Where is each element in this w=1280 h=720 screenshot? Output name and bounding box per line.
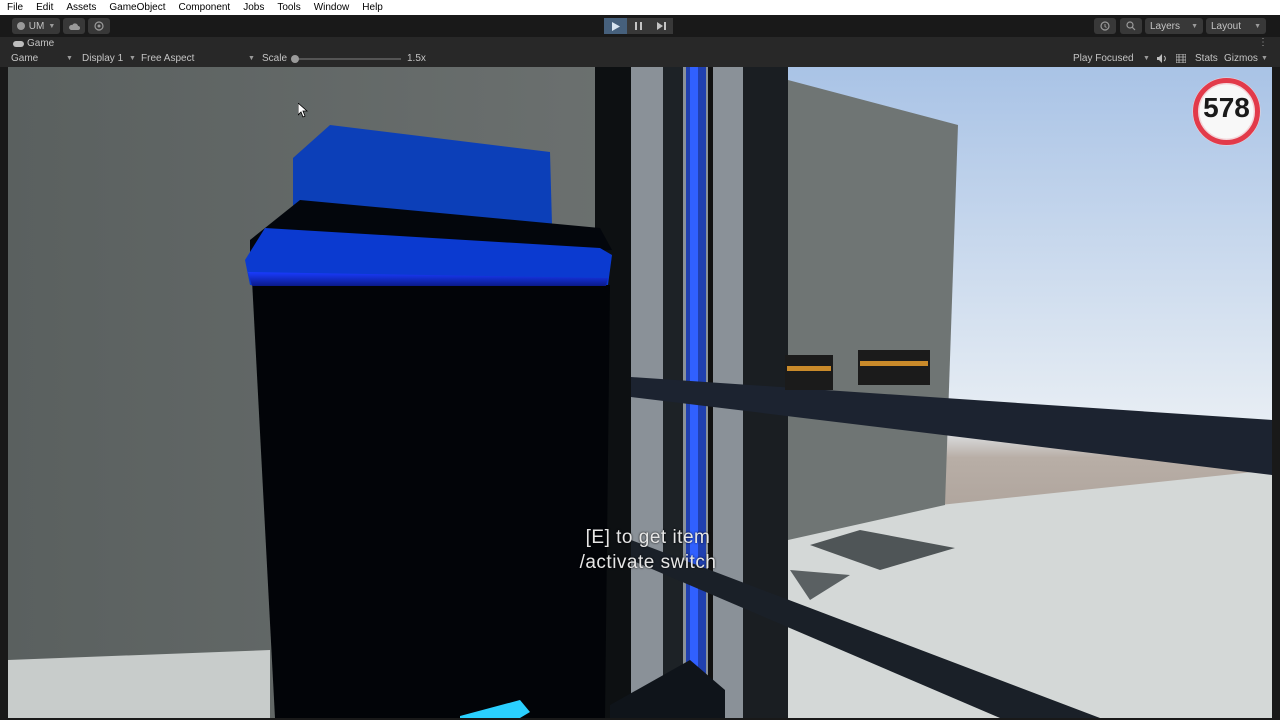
- layout-dropdown[interactable]: Layout ▼: [1206, 18, 1266, 34]
- more-options-icon[interactable]: ⋮: [1258, 37, 1268, 48]
- stats-button[interactable]: Stats: [1195, 53, 1218, 64]
- menu-window[interactable]: Window: [307, 0, 356, 15]
- tab-game-label: Game: [27, 38, 55, 49]
- pause-button[interactable]: [627, 18, 650, 34]
- game-scene: [8, 67, 1272, 718]
- hint-line-2: /activate switch: [579, 552, 717, 573]
- undo-history-button[interactable]: [1094, 18, 1116, 34]
- menu-file[interactable]: File: [0, 0, 29, 15]
- chevron-down-icon: ▼: [48, 22, 56, 30]
- history-icon: [1100, 21, 1110, 31]
- interaction-hint: [E] to get item /activate switch: [528, 525, 768, 575]
- scale-slider-handle[interactable]: [291, 55, 299, 63]
- hint-line-1: [E] to get item: [585, 527, 711, 548]
- aspect-label: Free Aspect: [141, 53, 195, 64]
- gizmos-label: Gizmos: [1224, 53, 1258, 64]
- scale-slider[interactable]: [291, 55, 401, 63]
- collab-button[interactable]: [88, 18, 110, 34]
- cloud-icon: [69, 23, 80, 30]
- game-view-control-bar: Game ▼ Display 1 ▼ Free Aspect ▼ Scale 1…: [0, 51, 1280, 67]
- chevron-down-icon: ▼: [66, 55, 73, 62]
- account-dropdown[interactable]: UM ▼: [12, 18, 60, 34]
- scale-label: Scale: [262, 53, 288, 64]
- play-focused-dropdown[interactable]: Play Focused ▼: [1073, 53, 1153, 64]
- game-view-tab-bar: Game ⋮: [0, 37, 1280, 51]
- chevron-down-icon: ▼: [1143, 55, 1150, 62]
- chevron-down-icon: ▼: [1254, 22, 1261, 30]
- menu-component[interactable]: Component: [172, 0, 237, 15]
- search-button[interactable]: [1120, 18, 1142, 34]
- chevron-down-icon: ▼: [248, 55, 255, 62]
- collab-icon: [94, 21, 104, 31]
- step-button[interactable]: [650, 18, 673, 34]
- scale-value: 1.5x: [407, 53, 426, 64]
- menu-jobs[interactable]: Jobs: [236, 0, 270, 15]
- layout-label: Layout: [1211, 20, 1242, 32]
- layers-label: Layers: [1150, 20, 1181, 32]
- layers-dropdown[interactable]: Layers ▼: [1145, 18, 1203, 34]
- search-icon: [1126, 21, 1136, 31]
- grid-icon[interactable]: [1176, 54, 1186, 63]
- menu-bar: File Edit Assets GameObject Component Jo…: [0, 0, 1280, 15]
- menu-edit[interactable]: Edit: [29, 0, 59, 15]
- play-focused-label: Play Focused: [1073, 53, 1134, 64]
- display-label: Display 1: [82, 53, 124, 64]
- menu-assets[interactable]: Assets: [59, 0, 102, 15]
- account-icon: [16, 22, 25, 30]
- menu-gameobject[interactable]: GameObject: [102, 0, 171, 15]
- aspect-dropdown[interactable]: Free Aspect ▼: [141, 53, 256, 64]
- cloud-button[interactable]: [63, 18, 85, 34]
- play-button[interactable]: [604, 18, 627, 34]
- mouse-cursor-icon: [298, 103, 308, 118]
- gizmos-dropdown[interactable]: Gizmos ▼: [1224, 53, 1269, 64]
- gamepad-icon: [13, 40, 24, 47]
- chevron-down-icon: ▼: [129, 55, 136, 62]
- play-icon: [611, 21, 620, 31]
- chevron-down-icon: ▼: [1191, 22, 1198, 30]
- menu-help[interactable]: Help: [355, 0, 389, 15]
- tab-game[interactable]: Game: [13, 38, 54, 49]
- playback-controls: [604, 18, 673, 34]
- display-dropdown[interactable]: Display 1 ▼: [82, 53, 136, 64]
- step-icon: [657, 22, 666, 30]
- game-mode-label: Game: [11, 53, 39, 64]
- speaker-icon[interactable]: [1157, 54, 1167, 63]
- hud-counter: 578: [1203, 92, 1250, 123]
- account-label: UM: [28, 20, 45, 32]
- game-viewport[interactable]: 578 [E] to get item /activate switch: [8, 67, 1272, 718]
- pause-icon: [635, 22, 642, 30]
- menu-tools[interactable]: Tools: [270, 0, 306, 15]
- chevron-down-icon: ▼: [1261, 55, 1268, 62]
- game-mode-dropdown[interactable]: Game ▼: [11, 53, 73, 64]
